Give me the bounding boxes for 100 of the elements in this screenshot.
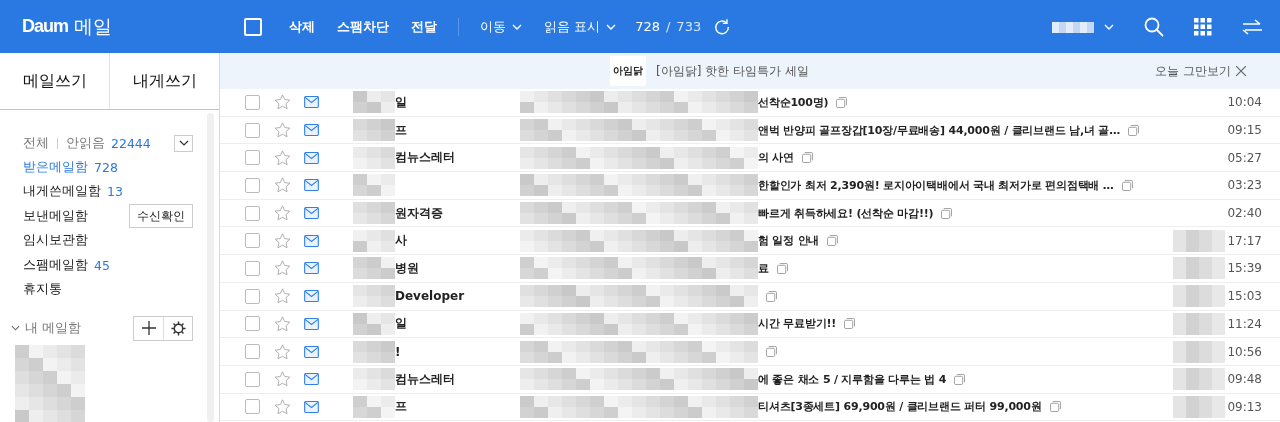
folder-dropdown-button[interactable] <box>174 134 193 152</box>
total-count: 733 <box>676 19 702 34</box>
mail-subject[interactable]: 티셔츠[3종세트] 69,900원 / 클리브랜드 퍼터 99,000원 <box>758 399 1042 415</box>
mail-time: 02:40 <box>1227 206 1262 221</box>
envelope-icon[interactable] <box>304 262 319 275</box>
toolbar-button[interactable]: 스팸차단 <box>326 13 400 40</box>
read-receipt-button[interactable]: 수신확인 <box>129 204 193 229</box>
star-icon[interactable] <box>274 232 291 249</box>
toolbar-button[interactable]: 전달 <box>400 13 448 40</box>
toolbar-button[interactable]: 삭제 <box>278 13 326 40</box>
star-icon[interactable] <box>274 343 291 360</box>
envelope-icon[interactable] <box>304 124 319 137</box>
checkbox[interactable] <box>245 344 260 360</box>
star-icon[interactable] <box>274 398 291 415</box>
mail-subject[interactable]: 빠르게 취득하세요! (선착순 마감!!) <box>758 205 934 221</box>
folder-count: 728 <box>94 159 118 175</box>
toolbar-dropdown[interactable]: 이동 <box>469 13 533 40</box>
mail-subject[interactable]: 료 <box>758 260 769 276</box>
envelope-icon[interactable] <box>304 345 319 358</box>
sender-name: 원자격증 <box>395 204 443 222</box>
ad-banner[interactable]: 아임닭 [아임닭] 핫한 타임특가 세일 오늘 그만보기 <box>220 53 1280 89</box>
star-icon[interactable] <box>274 122 291 139</box>
copy-icon[interactable] <box>1121 179 1133 191</box>
mail-subject[interactable]: 앤벅 반양피 골프장갑[10장/무료배송] 44,000원 / 클리브랜드 남,녀 골… <box>758 122 1121 138</box>
checkbox[interactable] <box>245 371 260 387</box>
envelope-icon[interactable] <box>304 234 319 247</box>
mail-subject[interactable]: 한할인가 최저 2,390원! 로지아이택배에서 국내 최저가로 편의점택배 … <box>758 177 1114 193</box>
star-icon[interactable] <box>274 149 291 166</box>
copy-icon[interactable] <box>1049 401 1061 413</box>
envelope-icon[interactable] <box>304 207 319 220</box>
star-icon[interactable] <box>274 205 291 222</box>
envelope-icon[interactable] <box>304 151 319 164</box>
mail-subject[interactable]: 시간 무료받기!! <box>758 316 837 332</box>
folder-count: 13 <box>107 184 123 200</box>
copy-icon[interactable] <box>766 290 777 302</box>
copy-icon[interactable] <box>766 346 777 358</box>
copy-icon[interactable] <box>844 318 856 330</box>
checkbox[interactable] <box>245 150 260 166</box>
mail-folder[interactable]: 받은메일함 <box>23 158 88 176</box>
star-icon[interactable] <box>274 315 291 332</box>
settings-icon <box>170 320 186 336</box>
all-mail-link[interactable]: 전체 <box>23 134 49 152</box>
envelope-icon[interactable] <box>304 290 319 303</box>
checkbox[interactable] <box>245 233 260 249</box>
copy-icon[interactable] <box>802 152 814 164</box>
sender-name: 일 <box>395 315 407 333</box>
refresh-icon[interactable] <box>713 17 732 36</box>
sender-name: Developer <box>395 289 465 304</box>
unread-link[interactable]: 안읽음 <box>66 134 105 152</box>
copy-icon[interactable] <box>827 235 839 247</box>
mail-folder[interactable]: 임시보관함 <box>23 232 88 250</box>
mail-subject[interactable]: 험 일정 안내 <box>758 233 820 249</box>
chevron-icon[interactable] <box>11 325 20 332</box>
envelope-icon[interactable] <box>304 179 319 192</box>
mail-folder[interactable]: 스팸메일함 <box>23 256 88 274</box>
mail-subject[interactable]: 선착순100명) <box>758 94 829 110</box>
checkbox[interactable] <box>245 288 260 304</box>
star-icon[interactable] <box>274 288 291 305</box>
star-icon[interactable] <box>274 260 291 277</box>
checkbox[interactable] <box>245 94 260 110</box>
envelope-icon[interactable] <box>304 96 319 109</box>
checkbox[interactable] <box>245 205 260 221</box>
swap-arrows-icon[interactable] <box>1242 18 1262 35</box>
mail-subject[interactable]: 에 좋은 채소 5 / 지루함을 다루는 법 4 <box>758 371 947 387</box>
envelope-icon[interactable] <box>304 373 319 386</box>
copy-icon[interactable] <box>836 96 848 108</box>
dismiss-link[interactable]: 오늘 그만보기 <box>1155 63 1246 79</box>
star-icon[interactable] <box>274 94 291 111</box>
mail-folder[interactable]: 휴지통 <box>23 281 62 299</box>
star-icon[interactable] <box>274 177 291 194</box>
envelope-icon[interactable] <box>304 317 319 330</box>
mail-folder[interactable]: 보낸메일함 <box>23 207 88 225</box>
pixelated-block <box>353 202 395 225</box>
chevron-down-icon <box>178 140 189 146</box>
mail-time: 10:04 <box>1227 95 1262 110</box>
mail-folder[interactable]: 내게쓴메일함 <box>23 183 101 201</box>
search-icon[interactable] <box>1144 16 1164 37</box>
envelope-icon[interactable] <box>304 400 319 413</box>
mail-subject[interactable]: 의 사연 <box>758 150 795 166</box>
toolbar-dropdown[interactable]: 읽음 표시 <box>533 13 628 40</box>
select-all-checkbox[interactable] <box>244 17 262 36</box>
daum-logo[interactable]: Daum <box>22 16 68 37</box>
close-icon <box>1236 66 1246 76</box>
account-name[interactable] <box>1052 21 1094 32</box>
star-icon[interactable] <box>274 371 291 388</box>
checkbox[interactable] <box>245 260 260 276</box>
copy-icon[interactable] <box>954 373 966 385</box>
checkbox[interactable] <box>245 316 260 332</box>
copy-icon[interactable] <box>1128 124 1140 136</box>
copy-icon[interactable] <box>941 207 953 219</box>
checkbox[interactable] <box>245 399 260 415</box>
mail-time: 03:23 <box>1227 178 1262 193</box>
banner-text[interactable]: [아임닭] 핫한 타임특가 세일 <box>656 62 809 80</box>
chevron-down-icon[interactable] <box>1104 23 1114 30</box>
mail-time: 09:15 <box>1227 123 1262 138</box>
checkbox[interactable] <box>245 177 260 193</box>
my-mailbox-heading[interactable]: 내 메일함 <box>25 319 81 337</box>
copy-icon[interactable] <box>776 262 788 274</box>
apps-grid-icon[interactable] <box>1194 17 1212 36</box>
checkbox[interactable] <box>245 122 260 138</box>
